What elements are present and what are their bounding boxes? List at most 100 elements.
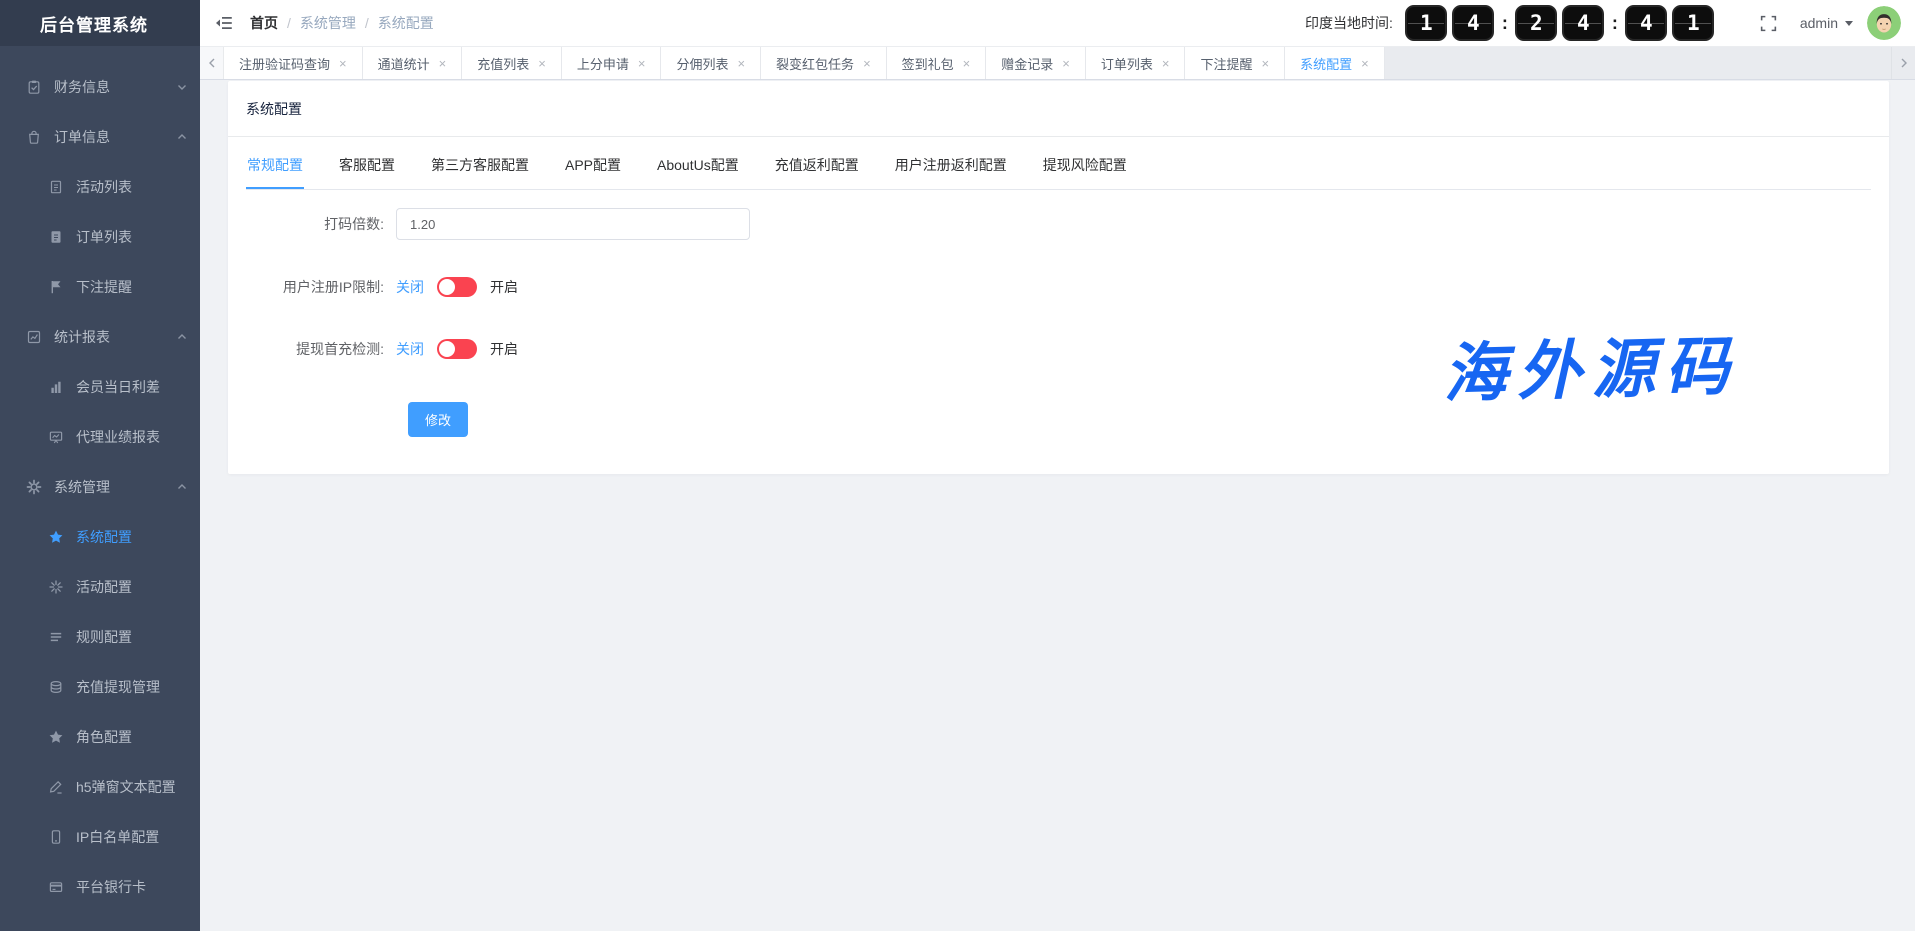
- settings-tab[interactable]: 第三方客服配置: [430, 141, 530, 189]
- settings-tab[interactable]: AboutUs配置: [656, 141, 740, 189]
- settings-tab[interactable]: APP配置: [564, 141, 622, 189]
- workspace-tab[interactable]: 注册验证码查询 ×: [224, 47, 363, 79]
- ip-limit-toggle[interactable]: [437, 277, 477, 297]
- sidebar-item[interactable]: 活动配置: [0, 562, 200, 612]
- clock-colon: :: [1611, 12, 1618, 33]
- sidebar-menu: 财务信息 订单信息活动列表订单列表下注提醒统计报表 会员当日利差 代理业绩报表 系统管理…: [0, 46, 200, 912]
- chevron-up-icon: [176, 331, 188, 343]
- sidebar-item-label: 订单列表: [76, 229, 132, 245]
- close-icon[interactable]: ×: [638, 57, 646, 70]
- withdraw-check-label: 提现首充检测:: [296, 341, 384, 357]
- multiplier-input[interactable]: [396, 208, 750, 240]
- close-icon[interactable]: ×: [1162, 57, 1170, 70]
- settings-tab[interactable]: 客服配置: [338, 141, 396, 189]
- close-icon[interactable]: ×: [439, 57, 447, 70]
- sidebar-item[interactable]: 规则配置: [0, 612, 200, 662]
- sidebar-item[interactable]: 系统配置: [0, 512, 200, 562]
- save-button[interactable]: 修改: [408, 402, 469, 437]
- card-title: 系统配置: [228, 81, 1889, 137]
- sidebar-item[interactable]: 平台银行卡: [0, 862, 200, 912]
- watermark: 海外源码: [1442, 329, 1741, 412]
- workspace-tab[interactable]: 下注提醒 ×: [1185, 47, 1286, 79]
- gear-icon: [26, 479, 42, 495]
- bag-icon: [26, 129, 42, 145]
- settings-tab[interactable]: 充值返利配置: [774, 141, 860, 189]
- close-icon[interactable]: ×: [339, 57, 347, 70]
- sidebar-item[interactable]: 会员当日利差: [0, 362, 200, 412]
- workspace-tab[interactable]: 上分申请 ×: [561, 47, 662, 79]
- avatar[interactable]: [1867, 6, 1901, 40]
- workspace-tab-label: 上分申请: [576, 56, 629, 72]
- settings-tab[interactable]: 提现风险配置: [1042, 141, 1128, 189]
- sidebar-item[interactable]: 充值提现管理: [0, 662, 200, 712]
- workspace-tab[interactable]: 订单列表 ×: [1085, 47, 1186, 79]
- workspace-tabs: 注册验证码查询 × 通道统计 × 充值列表 × 上分申请 × 分佣列表 × 裂变红包任务 × 签到礼包 ×…: [224, 47, 1385, 79]
- chevron-up-icon: [176, 131, 188, 143]
- workspace-tab[interactable]: 分佣列表 ×: [661, 47, 762, 79]
- sidebar-item[interactable]: h5弹窗文本配置: [0, 762, 200, 812]
- flag-icon: [48, 279, 64, 295]
- close-icon[interactable]: ×: [737, 57, 745, 70]
- close-icon[interactable]: ×: [963, 57, 971, 70]
- breadcrumb-item: 系统配置: [377, 15, 434, 31]
- topbar: 首页 / 系统管理 / 系统配置 印度当地时间: 14:24:41 admin: [200, 0, 1915, 46]
- settings-card: 系统配置 常规配置 客服配置 第三方客服配置 APP配置 AboutUs配置 充值返利配置…: [228, 81, 1889, 474]
- sidebar-item-label: 充值提现管理: [76, 679, 160, 695]
- workspace-tab-label: 系统配置: [1300, 56, 1353, 72]
- ip-limit-off-link[interactable]: 关闭: [396, 277, 424, 297]
- list-lines-icon: [48, 629, 64, 645]
- tab-bar: 注册验证码查询 × 通道统计 × 充值列表 × 上分申请 × 分佣列表 × 裂变红包任务 × 签到礼包 ×…: [200, 46, 1915, 80]
- sidebar-item[interactable]: 角色配置: [0, 712, 200, 762]
- workspace-tab[interactable]: 通道统计 ×: [362, 47, 463, 79]
- sidebar-item-label: 系统配置: [76, 529, 132, 545]
- workspace-tab[interactable]: 裂变红包任务 ×: [761, 47, 887, 79]
- withdraw-check-off-link[interactable]: 关闭: [396, 339, 424, 359]
- menu-fold-icon[interactable]: [214, 13, 234, 33]
- app-root: 后台管理系统 财务信息 订单信息 活动列表 订单列表 下注提醒 统计报表 会员当日利差 代理业…: [0, 0, 1915, 931]
- tab-scroll-left-button[interactable]: [200, 47, 224, 79]
- flip-clock: 14:24:41: [1403, 5, 1717, 41]
- burst-icon: [48, 579, 64, 595]
- tab-scroll-right-button[interactable]: [1891, 47, 1915, 79]
- settings-tab[interactable]: 常规配置: [246, 141, 304, 189]
- sidebar-item[interactable]: 下注提醒: [0, 262, 200, 312]
- close-icon[interactable]: ×: [1262, 57, 1270, 70]
- breadcrumb-separator: /: [287, 15, 291, 31]
- sidebar-group-item[interactable]: 财务信息: [0, 62, 200, 112]
- sidebar-item[interactable]: 订单列表: [0, 212, 200, 262]
- sidebar-item-label: 规则配置: [76, 629, 132, 645]
- sidebar-item-label: 活动配置: [76, 579, 132, 595]
- star-icon: [48, 729, 64, 745]
- sidebar-group-item[interactable]: 订单信息: [0, 112, 200, 162]
- withdraw-check-toggle[interactable]: [437, 339, 477, 359]
- sidebar-item-label: 活动列表: [76, 179, 132, 195]
- user-menu[interactable]: admin: [1800, 15, 1853, 31]
- close-icon[interactable]: ×: [863, 57, 871, 70]
- breadcrumb-separator: /: [364, 15, 369, 31]
- close-icon[interactable]: ×: [538, 57, 546, 70]
- workspace-tab[interactable]: 签到礼包 ×: [886, 47, 987, 79]
- sidebar-item[interactable]: 活动列表: [0, 162, 200, 212]
- clock-label: 印度当地时间:: [1304, 15, 1393, 31]
- pencil-icon: [48, 779, 64, 795]
- sidebar-group-item[interactable]: 统计报表: [0, 312, 200, 362]
- sidebar-item-label: h5弹窗文本配置: [76, 779, 176, 795]
- workspace-tab-label: 签到礼包: [901, 56, 954, 72]
- sidebar-item-label: 下注提醒: [76, 279, 132, 295]
- sidebar-group-item[interactable]: 系统管理: [0, 462, 200, 512]
- breadcrumb-home[interactable]: 首页: [250, 13, 278, 33]
- bank-card-icon: [48, 879, 64, 895]
- settings-tab[interactable]: 用户注册返利配置: [894, 141, 1008, 189]
- sidebar-item[interactable]: 代理业绩报表: [0, 412, 200, 462]
- close-icon[interactable]: ×: [1062, 57, 1070, 70]
- database-icon: [48, 679, 64, 695]
- close-icon[interactable]: ×: [1361, 57, 1369, 70]
- sidebar-item[interactable]: IP白名单配置: [0, 812, 200, 862]
- fullscreen-icon[interactable]: [1759, 14, 1778, 33]
- withdraw-check-on-label: 开启: [490, 341, 518, 357]
- workspace-tab-label: 赠金记录: [1001, 56, 1054, 72]
- workspace-tab[interactable]: 赠金记录 ×: [986, 47, 1086, 79]
- breadcrumb-item: 系统管理: [299, 15, 356, 31]
- workspace-tab[interactable]: 充值列表 ×: [462, 47, 562, 79]
- workspace-tab[interactable]: 系统配置 ×: [1285, 47, 1385, 79]
